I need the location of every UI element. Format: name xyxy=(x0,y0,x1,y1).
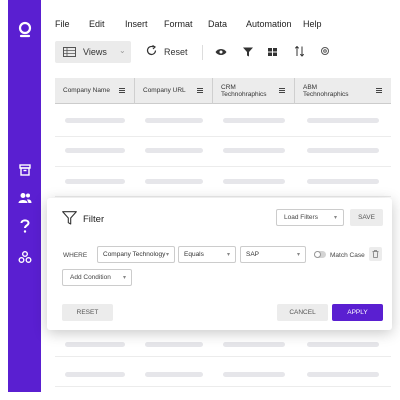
trash-icon xyxy=(372,250,379,258)
chevron-down-icon: ▾ xyxy=(226,252,230,258)
column-header-crm[interactable]: CRM Technohraphics xyxy=(213,78,295,104)
table-header: Company Name Company URL CRM Technohraph… xyxy=(55,78,391,104)
skeleton-cell xyxy=(223,179,285,184)
logo-icon[interactable] xyxy=(8,21,41,39)
filter-title: Filter xyxy=(83,214,105,225)
skeleton-cell xyxy=(65,118,125,123)
sidebar xyxy=(8,0,41,392)
skeleton-cell xyxy=(307,179,379,184)
settings-icon[interactable] xyxy=(320,46,330,56)
match-case-toggle[interactable] xyxy=(314,251,326,258)
chevron-down-icon: ▾ xyxy=(122,275,126,281)
integrations-icon[interactable] xyxy=(8,250,41,264)
where-label: WHERE xyxy=(63,252,88,259)
reset-label: Reset xyxy=(164,47,188,57)
skeleton-cell xyxy=(145,179,203,184)
row-divider xyxy=(55,196,391,197)
column-header-company-url[interactable]: Company URL xyxy=(135,78,213,104)
skeleton-cell xyxy=(65,179,125,184)
skeleton-cell xyxy=(65,342,125,347)
skeleton-cell xyxy=(65,148,125,153)
toolbar-divider xyxy=(202,45,203,60)
add-condition-dropdown[interactable]: Add Condition ▾ xyxy=(62,269,132,286)
operator-select[interactable]: Equals ▾ xyxy=(178,246,236,263)
skeleton-cell xyxy=(307,148,379,153)
apply-button[interactable]: APPLY xyxy=(332,304,383,321)
skeleton-cell xyxy=(223,372,285,377)
row-divider xyxy=(55,166,391,167)
column-header-abm[interactable]: ABM Technohraphics xyxy=(295,78,391,104)
skeleton-cell xyxy=(65,372,125,377)
chevron-down-icon: ▾ xyxy=(165,252,169,258)
skeleton-cell xyxy=(145,342,203,347)
column-menu-icon[interactable] xyxy=(279,88,285,94)
refresh-icon xyxy=(146,45,157,56)
match-case-label: Match Case xyxy=(330,252,365,259)
table-icon xyxy=(63,47,76,57)
help-icon[interactable] xyxy=(8,219,41,233)
grid-icon[interactable] xyxy=(268,48,277,56)
skeleton-cell xyxy=(223,342,285,347)
menu-help[interactable]: Help xyxy=(303,19,322,29)
chevron-down-icon: ▾ xyxy=(296,252,300,258)
reset-filter-button[interactable]: RESET xyxy=(62,304,113,321)
filter-icon[interactable] xyxy=(243,47,253,57)
cancel-button[interactable]: CANCEL xyxy=(277,304,328,321)
menu-data[interactable]: Data xyxy=(208,19,227,29)
skeleton-cell xyxy=(145,118,203,123)
row-divider xyxy=(55,386,391,387)
menu-insert[interactable]: Insert xyxy=(125,19,148,29)
views-label: Views xyxy=(83,47,107,57)
skeleton-cell xyxy=(307,372,379,377)
skeleton-cell xyxy=(223,148,285,153)
users-icon[interactable] xyxy=(8,192,41,204)
skeleton-cell xyxy=(223,118,285,123)
archive-icon[interactable] xyxy=(8,164,41,176)
delete-condition-button[interactable] xyxy=(369,247,382,261)
column-menu-icon[interactable] xyxy=(197,88,203,94)
menu-format[interactable]: Format xyxy=(164,19,193,29)
save-button[interactable]: SAVE xyxy=(350,209,383,226)
load-filters-dropdown[interactable]: Load Filters ▾ xyxy=(276,209,344,226)
row-divider xyxy=(55,356,391,357)
skeleton-cell xyxy=(145,372,203,377)
menu-automation[interactable]: Automation xyxy=(246,19,292,29)
chevron-down-icon: ▾ xyxy=(333,215,337,221)
skeleton-cell xyxy=(145,148,203,153)
funnel-icon xyxy=(62,211,77,225)
value-select[interactable]: SAP ▾ xyxy=(240,246,306,263)
column-menu-icon[interactable] xyxy=(376,88,382,94)
chevron-down-icon: ⌄ xyxy=(119,46,126,55)
skeleton-cell xyxy=(307,118,379,123)
row-divider xyxy=(55,136,391,137)
column-menu-icon[interactable] xyxy=(119,88,125,94)
eye-icon[interactable] xyxy=(215,48,227,56)
skeleton-cell xyxy=(307,342,379,347)
menu-edit[interactable]: Edit xyxy=(89,19,105,29)
sort-icon[interactable] xyxy=(295,46,304,57)
filter-panel: Filter Load Filters ▾ SAVE WHERE Company… xyxy=(47,198,392,330)
views-dropdown[interactable]: Views ⌄ xyxy=(55,41,131,63)
field-select[interactable]: Company Technology ▾ xyxy=(97,246,175,263)
menu-file[interactable]: File xyxy=(55,19,70,29)
column-header-company-name[interactable]: Company Name xyxy=(55,78,135,104)
